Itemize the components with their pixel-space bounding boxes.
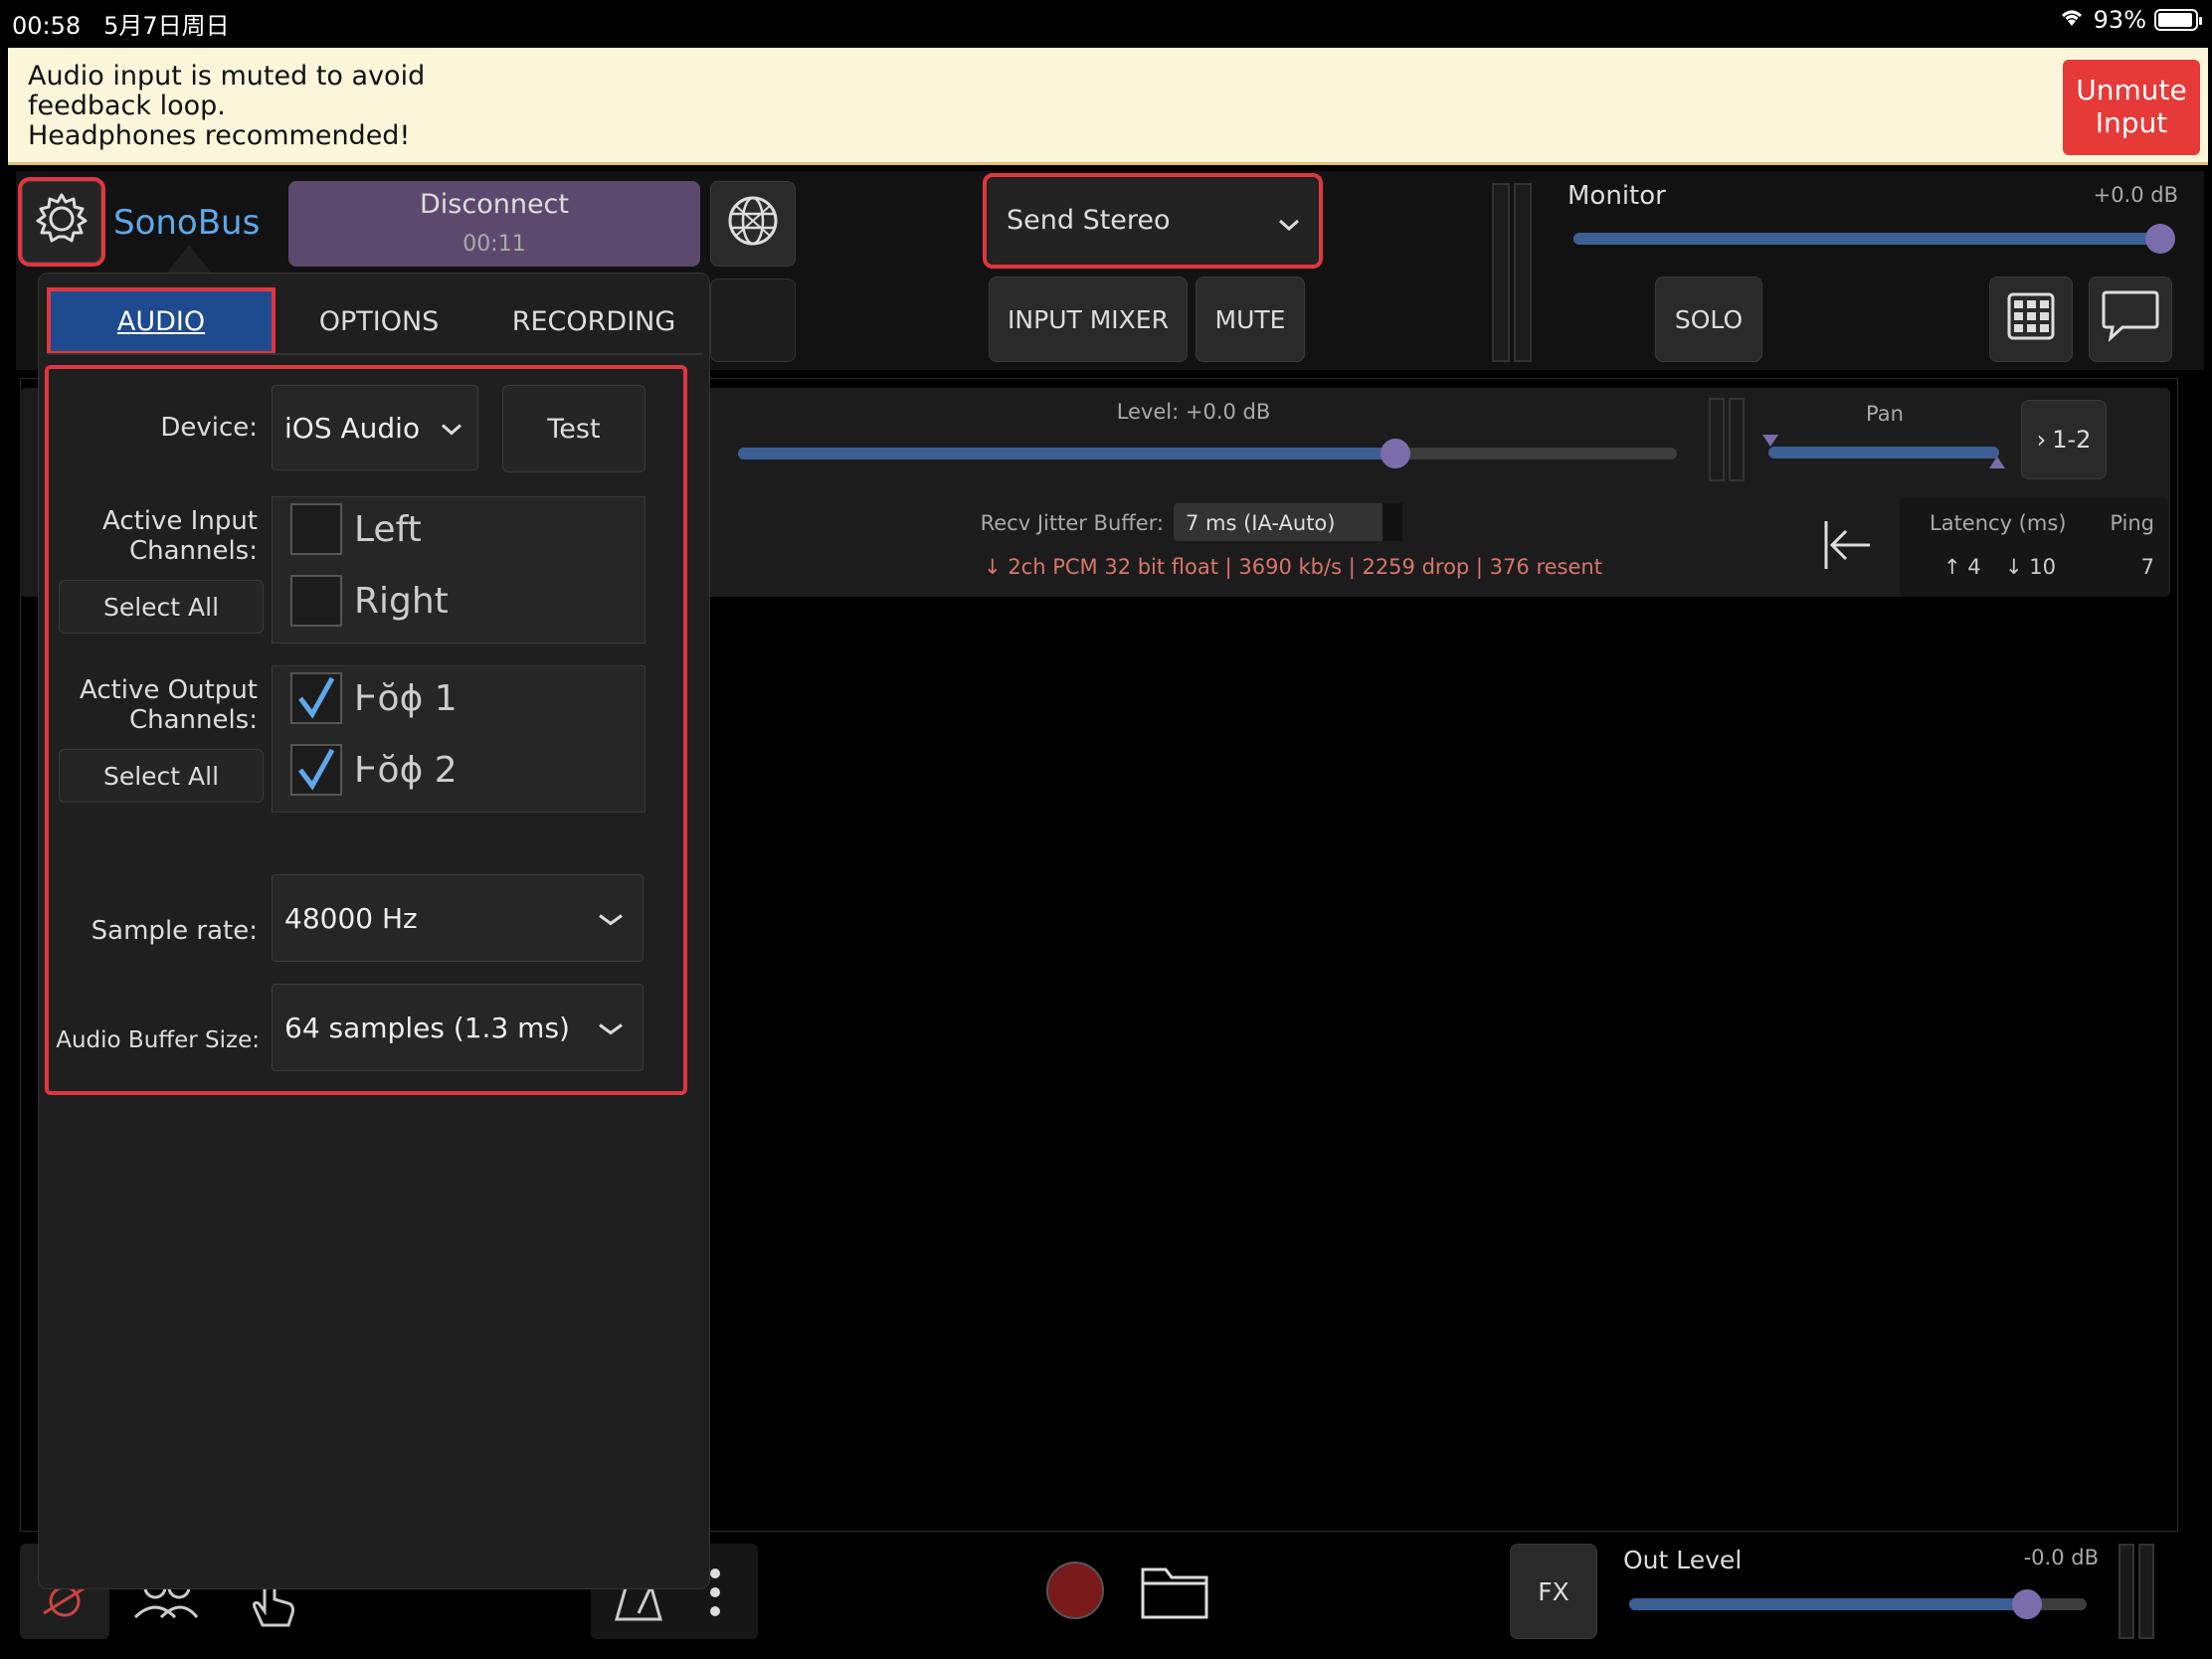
chevron-down-icon bbox=[1277, 209, 1301, 240]
output-channel-2-checkbox[interactable] bbox=[290, 744, 342, 796]
connection-globe-button[interactable] bbox=[710, 181, 796, 267]
output-channel-1-checkbox[interactable] bbox=[290, 672, 342, 724]
folder-icon[interactable] bbox=[1140, 1562, 1209, 1625]
grid-view-button[interactable] bbox=[1989, 276, 2073, 362]
checkmark-icon bbox=[298, 676, 335, 719]
status-bar: 00:58 5月7日周日 93% bbox=[0, 0, 2212, 44]
gear-icon bbox=[32, 189, 92, 255]
input-meter-right bbox=[1514, 183, 1532, 362]
out-meter-left bbox=[2119, 1544, 2134, 1639]
level-slider[interactable] bbox=[738, 439, 1677, 468]
select-all-output-button[interactable]: Select All bbox=[59, 749, 264, 803]
pan-slider[interactable] bbox=[1762, 435, 2005, 468]
jitter-label: Recv Jitter Buffer: bbox=[980, 511, 1164, 535]
battery-percent: 93% bbox=[2093, 6, 2146, 34]
pan-left-marker[interactable] bbox=[1760, 431, 1780, 451]
test-button[interactable]: Test bbox=[502, 385, 645, 472]
track-meter-left bbox=[1709, 398, 1725, 481]
settings-popup: AUDIO OPTIONS RECORDING Device: iOS Audi… bbox=[38, 273, 710, 1589]
tab-divider bbox=[47, 353, 703, 355]
secondary-slot-button[interactable] bbox=[710, 278, 796, 362]
chevron-down-icon bbox=[597, 902, 625, 935]
active-input-label: Active Input Channels: bbox=[101, 506, 258, 566]
device-dropdown[interactable]: iOS Audio bbox=[272, 385, 478, 470]
sample-rate-label: Sample rate: bbox=[91, 916, 258, 946]
wifi-icon bbox=[2058, 6, 2086, 34]
chat-button[interactable] bbox=[2089, 276, 2172, 362]
tab-recording[interactable]: RECORDING bbox=[488, 291, 699, 351]
monitor-slider[interactable] bbox=[1573, 224, 2175, 254]
latency-panel: Latency (ms) Ping ↑ 4 ↓ 10 7 bbox=[1900, 497, 2168, 597]
input-channel-left-checkbox[interactable] bbox=[290, 503, 342, 555]
device-label: Device: bbox=[160, 413, 258, 443]
output-channel-1-label: Ⱶŏɸ 1 bbox=[354, 678, 458, 719]
record-button[interactable] bbox=[1046, 1562, 1104, 1619]
out-level-slider[interactable] bbox=[1629, 1589, 2087, 1619]
output-channel-2-label: Ⱶŏɸ 2 bbox=[354, 750, 458, 791]
app-title: SonoBus bbox=[113, 203, 261, 243]
stream-info: ↓ 2ch PCM 32 bit float | 3690 kb/s | 225… bbox=[984, 555, 1602, 579]
jitter-buffer-field[interactable]: 7 ms (IA-Auto) bbox=[1174, 503, 1402, 541]
sample-rate-dropdown[interactable]: 48000 Hz bbox=[272, 874, 644, 962]
track-meter-right bbox=[1729, 398, 1745, 481]
battery-icon bbox=[2154, 9, 2202, 31]
input-channel-right-label: Right bbox=[354, 581, 449, 622]
solo-button[interactable]: SOLO bbox=[1655, 276, 1762, 362]
tab-audio[interactable]: AUDIO bbox=[47, 287, 276, 355]
chevron-down-icon bbox=[440, 412, 463, 445]
globe-icon bbox=[726, 194, 780, 254]
out-meter-right bbox=[2138, 1544, 2154, 1639]
popup-pointer bbox=[167, 245, 211, 273]
input-meter-left bbox=[1492, 183, 1510, 362]
mic-muted-icon bbox=[20, 1585, 109, 1643]
monitor-slider-knob[interactable] bbox=[2145, 224, 2175, 254]
select-all-input-button[interactable]: Select All bbox=[59, 580, 264, 634]
pan-label: Pan bbox=[1866, 402, 1904, 426]
active-output-label: Active Output Channels: bbox=[79, 675, 258, 735]
out-level-db: -0.0 dB bbox=[2023, 1546, 2099, 1569]
banner-message: Audio input is muted to avoid feedback l… bbox=[28, 61, 426, 151]
input-channel-right-checkbox[interactable] bbox=[290, 575, 342, 627]
buffer-size-dropdown[interactable]: 64 samples (1.3 ms) bbox=[272, 984, 644, 1071]
input-mixer-button[interactable]: INPUT MIXER bbox=[989, 276, 1188, 362]
input-channel-left-label: Left bbox=[354, 509, 422, 550]
chevron-right-icon: › bbox=[2036, 426, 2047, 454]
send-mode-dropdown[interactable]: Send Stereo bbox=[983, 173, 1323, 269]
monitor-db: +0.0 dB bbox=[2093, 183, 2178, 207]
collapse-left-icon[interactable] bbox=[1820, 517, 1876, 577]
audio-settings-section: Device: iOS Audio Test Active Input Chan… bbox=[45, 365, 687, 1095]
feedback-warning-banner: Audio input is muted to avoid feedback l… bbox=[8, 48, 2208, 165]
level-slider-knob[interactable] bbox=[1380, 439, 1410, 468]
grid-icon bbox=[2006, 291, 2056, 347]
monitor-label: Monitor bbox=[1567, 181, 1666, 211]
output-channel-list: Ⱶŏɸ 1 Ⱶŏɸ 2 bbox=[272, 665, 645, 813]
unmute-input-button[interactable]: Unmute Input bbox=[2063, 60, 2200, 155]
fx-button[interactable]: FX bbox=[1510, 1544, 1597, 1639]
more-options-icon[interactable] bbox=[708, 1566, 722, 1623]
input-channel-list: Left Right bbox=[272, 496, 645, 644]
out-level-label: Out Level bbox=[1623, 1546, 1743, 1574]
tab-options[interactable]: OPTIONS bbox=[274, 291, 484, 351]
pan-right-marker[interactable] bbox=[1987, 453, 2007, 472]
level-label: Level: +0.0 dB bbox=[1116, 400, 1271, 424]
channel-group-button[interactable]: › 1-2 bbox=[2021, 400, 2107, 479]
settings-gear-button[interactable] bbox=[18, 177, 105, 267]
mute-button[interactable]: MUTE bbox=[1196, 276, 1305, 362]
status-right: 93% bbox=[2058, 6, 2202, 34]
chevron-down-icon bbox=[597, 1012, 625, 1044]
status-time: 00:58 5月7日周日 bbox=[12, 12, 230, 40]
buffer-size-label: Audio Buffer Size: bbox=[56, 1027, 260, 1053]
checkmark-icon bbox=[298, 748, 335, 791]
disconnect-button[interactable]: Disconnect 00:11 bbox=[288, 181, 700, 267]
session-timer: 00:11 bbox=[462, 232, 526, 257]
chat-bubble-icon bbox=[2101, 288, 2160, 350]
out-level-slider-knob[interactable] bbox=[2012, 1589, 2043, 1619]
